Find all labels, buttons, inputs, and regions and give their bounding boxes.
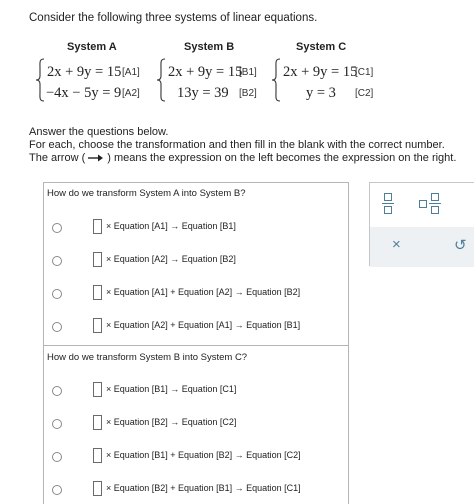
brace-icon — [271, 58, 281, 102]
brace-icon — [156, 58, 166, 102]
mixed-number-icon — [419, 192, 441, 214]
q1-option-2[interactable]: × Equation [A2] → Equation [B2] — [44, 252, 344, 270]
system-b-tag1: [B1] — [239, 67, 257, 78]
radio-button[interactable] — [52, 289, 62, 299]
system-c-tag2: [C2] — [355, 88, 374, 99]
system-a-title: System A — [67, 41, 117, 53]
radio-button[interactable] — [52, 386, 62, 396]
option-label: × Equation [A2] → Equation [B2] — [106, 254, 236, 264]
math-tools-palette: × ↺ — [369, 182, 474, 267]
instructions-line3-post: ) means the expression on the left becom… — [107, 152, 457, 164]
right-arrow-icon — [88, 154, 104, 162]
question-divider — [44, 345, 348, 346]
brace-icon — [35, 58, 45, 102]
question-1-prompt: How do we transform System A into System… — [47, 188, 246, 199]
option-label: × Equation [B1] → Equation [C1] — [106, 384, 237, 394]
option-label: × Equation [B2] + Equation [B1] → Equati… — [106, 483, 301, 493]
q1-option-3[interactable]: × Equation [A1] + Equation [A2] → Equati… — [44, 285, 344, 303]
number-input-box[interactable] — [93, 382, 102, 397]
q1-option-4[interactable]: × Equation [A2] + Equation [A1] → Equati… — [44, 318, 344, 336]
radio-button[interactable] — [52, 452, 62, 462]
system-a-eq1: 2x + 9y = 15 — [47, 64, 122, 80]
q1-option-1[interactable]: × Equation [A1] → Equation [B1] — [44, 219, 344, 237]
option-label: × Equation [A2] + Equation [A1] → Equati… — [106, 320, 301, 330]
system-a-tag2: [A2] — [122, 88, 140, 99]
radio-button[interactable] — [52, 223, 62, 233]
system-c-eq1: 2x + 9y = 15 — [283, 64, 358, 80]
system-c-tag1: [C1] — [355, 67, 374, 78]
fraction-icon — [382, 192, 394, 214]
radio-button[interactable] — [52, 256, 62, 266]
option-label: × Equation [B1] + Equation [B2] → Equati… — [106, 450, 301, 460]
option-label: × Equation [A1] + Equation [A2] → Equati… — [106, 287, 301, 297]
instructions-line3-pre: The arrow ( — [29, 152, 86, 164]
number-input-box[interactable] — [93, 318, 102, 333]
question-panel: How do we transform System A into System… — [43, 182, 349, 504]
system-c-eq2: y = 3 — [306, 85, 336, 101]
radio-button[interactable] — [52, 485, 62, 495]
number-input-box[interactable] — [93, 415, 102, 430]
instructions: Answer the questions below. For each, ch… — [29, 126, 456, 165]
system-b-eq1: 2x + 9y = 15 — [168, 64, 243, 80]
number-input-box[interactable] — [93, 285, 102, 300]
option-label: × Equation [B2] → Equation [C2] — [106, 417, 237, 427]
q2-option-4[interactable]: × Equation [B2] + Equation [B1] → Equati… — [44, 481, 344, 499]
number-input-box[interactable] — [93, 481, 102, 496]
option-label: × Equation [A1] → Equation [B1] — [106, 221, 236, 231]
q2-option-1[interactable]: × Equation [B1] → Equation [C1] — [44, 382, 344, 400]
instructions-line1: Answer the questions below. — [29, 126, 169, 138]
fraction-button[interactable] — [382, 192, 394, 214]
system-b-title: System B — [184, 41, 235, 53]
q2-option-3[interactable]: × Equation [B1] + Equation [B2] → Equati… — [44, 448, 344, 466]
system-c-title: System C — [296, 41, 347, 53]
system-a-eq2: −4x − 5y = 9 — [46, 85, 122, 101]
undo-button[interactable]: ↺ — [454, 236, 467, 254]
number-input-box[interactable] — [93, 448, 102, 463]
tools-action-bar: × ↺ — [370, 227, 474, 267]
clear-button[interactable]: × — [392, 236, 401, 253]
radio-button[interactable] — [52, 322, 62, 332]
system-b-eq2: 13y = 39 — [177, 85, 229, 101]
mixed-number-button[interactable] — [419, 192, 441, 214]
number-input-box[interactable] — [93, 252, 102, 267]
number-input-box[interactable] — [93, 219, 102, 234]
close-icon: × — [392, 236, 401, 253]
q2-option-2[interactable]: × Equation [B2] → Equation [C2] — [44, 415, 344, 433]
system-a-tag1: [A1] — [122, 67, 140, 78]
system-b-tag2: [B2] — [239, 88, 257, 99]
question-2-prompt: How do we transform System B into System… — [47, 352, 248, 363]
undo-icon: ↺ — [454, 237, 467, 254]
intro-text: Consider the following three systems of … — [29, 12, 318, 24]
radio-button[interactable] — [52, 419, 62, 429]
instructions-line2: For each, choose the transformation and … — [29, 139, 445, 151]
instructions-line3: The arrow ( ) means the expression on the… — [29, 152, 456, 165]
